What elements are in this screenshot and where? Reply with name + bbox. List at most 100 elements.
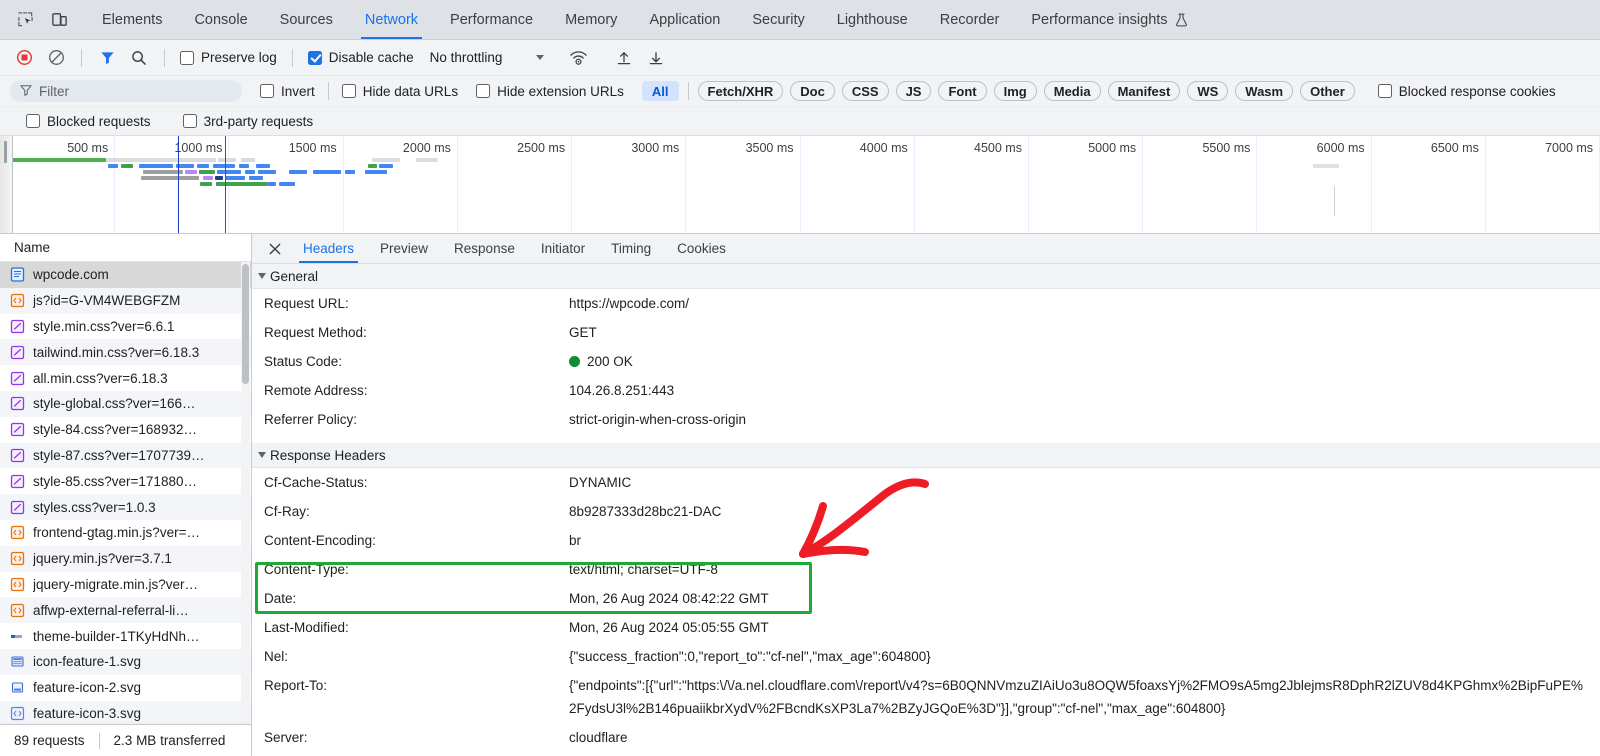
request-row-wpcode[interactable]: wpcode.com: [0, 262, 251, 288]
request-row-frontend-gtag-js[interactable]: frontend-gtag.min.js?ver=…: [0, 520, 251, 546]
type-filter-label: CSS: [851, 83, 879, 99]
detail-tab-timing[interactable]: Timing: [598, 234, 664, 263]
type-filter-fetch-xhr[interactable]: Fetch/XHR: [697, 81, 784, 101]
request-name: wpcode.com: [33, 267, 109, 283]
close-icon[interactable]: [260, 234, 290, 263]
image-thumbnail-icon: [10, 629, 25, 644]
third-party-requests-checkbox[interactable]: 3rd-party requests: [179, 114, 318, 129]
tab-memory[interactable]: Memory: [549, 0, 633, 39]
tab-performance[interactable]: Performance: [434, 0, 549, 39]
request-name: styles.css?ver=1.0.3: [33, 499, 156, 515]
tab-application[interactable]: Application: [633, 0, 736, 39]
type-filter-ws[interactable]: WS: [1187, 81, 1229, 101]
request-row-style-84-css[interactable]: style-84.css?ver=168932…: [0, 417, 251, 443]
type-filter-label: Fetch/XHR: [707, 83, 774, 99]
tab-performance-insights[interactable]: Performance insights: [1015, 0, 1203, 39]
tick-label: 6500 ms: [1430, 141, 1479, 155]
blocked-response-cookies-checkbox[interactable]: Blocked response cookies: [1374, 84, 1560, 99]
transferred-size: 2.3 MB transferred: [113, 733, 226, 748]
invert-checkbox[interactable]: Invert: [256, 84, 319, 99]
chevron-down-icon: [258, 273, 266, 279]
response-headers-section-header[interactable]: Response Headers: [252, 443, 1600, 468]
preserve-log-label: Preserve log: [201, 50, 277, 65]
request-row-feature-icon-3-svg[interactable]: feature-icon-3.svg: [0, 700, 251, 727]
detail-tab-response[interactable]: Response: [441, 234, 528, 263]
clear-network-log-icon[interactable]: [42, 45, 70, 71]
type-filter-wasm[interactable]: Wasm: [1235, 81, 1294, 101]
tab-lighthouse[interactable]: Lighthouse: [821, 0, 924, 39]
request-row-jquery-migrate-js[interactable]: jquery-migrate.min.js?ver…: [0, 572, 251, 598]
blocked-requests-checkbox[interactable]: Blocked requests: [22, 114, 155, 129]
hide-data-urls-checkbox[interactable]: Hide data URLs: [338, 84, 462, 99]
request-row-jquery-min-js[interactable]: jquery.min.js?ver=3.7.1: [0, 545, 251, 572]
inspect-element-icon[interactable]: [10, 6, 40, 34]
type-filter-img[interactable]: Img: [993, 81, 1037, 101]
script-icon: [10, 551, 25, 566]
device-toolbar-icon[interactable]: [44, 6, 74, 34]
type-filter-manifest[interactable]: Manifest: [1107, 81, 1181, 101]
type-filter-media[interactable]: Media: [1043, 81, 1101, 101]
request-row-style-global-css[interactable]: style-global.css?ver=166…: [0, 390, 251, 417]
request-row-all-min-css[interactable]: all.min.css?ver=6.18.3: [0, 365, 251, 391]
type-filter-css[interactable]: CSS: [841, 81, 889, 101]
type-filter-all[interactable]: All: [641, 81, 679, 101]
request-row-affwp-js[interactable]: affwp-external-referral-li…: [0, 597, 251, 624]
filter-icon[interactable]: [93, 45, 121, 71]
request-row-style-min-css[interactable]: style.min.css?ver=6.6.1: [0, 314, 251, 340]
header-value: 104.26.8.251:443: [569, 383, 675, 398]
tab-recorder[interactable]: Recorder: [924, 0, 1016, 39]
checkbox-box: [182, 114, 197, 128]
header-row-remote-address: Remote Address: 104.26.8.251:443: [252, 376, 1600, 405]
detail-tab-preview[interactable]: Preview: [367, 234, 441, 263]
section-title: General: [270, 268, 319, 284]
network-overview-timeline[interactable]: 500 ms 1000 ms 1500 ms 2000 ms 2500 ms 3…: [0, 136, 1600, 234]
stylesheet-icon: [10, 319, 25, 334]
request-row-feature-icon-2-svg[interactable]: feature-icon-2.svg: [0, 675, 251, 701]
overview-window-handle-left[interactable]: [0, 136, 13, 233]
request-row-icon-feature-1-svg[interactable]: icon-feature-1.svg: [0, 648, 251, 675]
request-row-style-87-css[interactable]: style-87.css?ver=1707739…: [0, 442, 251, 469]
hide-extension-urls-checkbox[interactable]: Hide extension URLs: [472, 84, 628, 99]
detail-tab-cookies[interactable]: Cookies: [664, 234, 739, 263]
type-filter-js[interactable]: JS: [895, 81, 932, 101]
filter-icon: [20, 84, 32, 99]
request-row-theme-builder-img[interactable]: theme-builder-1TKyHdNh…: [0, 623, 251, 649]
tab-label: Recorder: [939, 11, 1000, 28]
network-conditions-icon[interactable]: [564, 45, 592, 71]
devtools-tab-list: Elements Console Sources Network Perform…: [86, 0, 1204, 39]
request-row-styles-css[interactable]: styles.css?ver=1.0.3: [0, 494, 251, 520]
request-row-gtag[interactable]: js?id=G-VM4WEBGFZM: [0, 287, 251, 314]
request-list-scroll[interactable]: wpcode.com js?id=G-VM4WEBGFZM style.min.…: [0, 262, 251, 756]
search-icon[interactable]: [125, 45, 153, 71]
request-list-scrollbar[interactable]: [241, 262, 250, 756]
preserve-log-checkbox[interactable]: Preserve log: [176, 50, 281, 65]
search-input[interactable]: Filter: [10, 80, 242, 102]
script-icon: [10, 293, 25, 308]
request-list-header[interactable]: Name: [0, 234, 251, 262]
header-value[interactable]: https://wpcode.com/: [569, 292, 1592, 315]
general-section-header[interactable]: General: [252, 264, 1600, 289]
record-stop-icon[interactable]: [10, 45, 38, 71]
export-har-icon[interactable]: [642, 45, 670, 71]
request-row-tailwind-css[interactable]: tailwind.min.css?ver=6.18.3: [0, 339, 251, 366]
section-title: Response Headers: [270, 447, 386, 463]
import-har-icon[interactable]: [610, 45, 638, 71]
header-row-report-to: Report-To: {"endpoints":[{"url":"https:\…: [252, 671, 1600, 723]
tab-console[interactable]: Console: [178, 0, 263, 39]
disable-cache-checkbox[interactable]: Disable cache: [304, 50, 418, 65]
request-name: feature-icon-2.svg: [33, 680, 142, 696]
tab-sources[interactable]: Sources: [264, 0, 349, 39]
detail-tab-headers[interactable]: Headers: [290, 234, 367, 263]
scrollbar-thumb[interactable]: [242, 264, 249, 384]
tick-label: 6000 ms: [1316, 141, 1365, 155]
type-filter-font[interactable]: Font: [938, 81, 987, 101]
request-row-style-85-css[interactable]: style-85.css?ver=171880…: [0, 468, 251, 494]
detail-tab-initiator[interactable]: Initiator: [528, 234, 598, 263]
tab-security[interactable]: Security: [736, 0, 820, 39]
type-filter-other[interactable]: Other: [1300, 81, 1355, 101]
type-filter-doc[interactable]: Doc: [790, 81, 835, 101]
tab-elements[interactable]: Elements: [86, 0, 178, 39]
throttling-select[interactable]: No throttling: [430, 50, 545, 65]
tab-network[interactable]: Network: [349, 0, 434, 39]
tab-label: Application: [649, 11, 721, 28]
